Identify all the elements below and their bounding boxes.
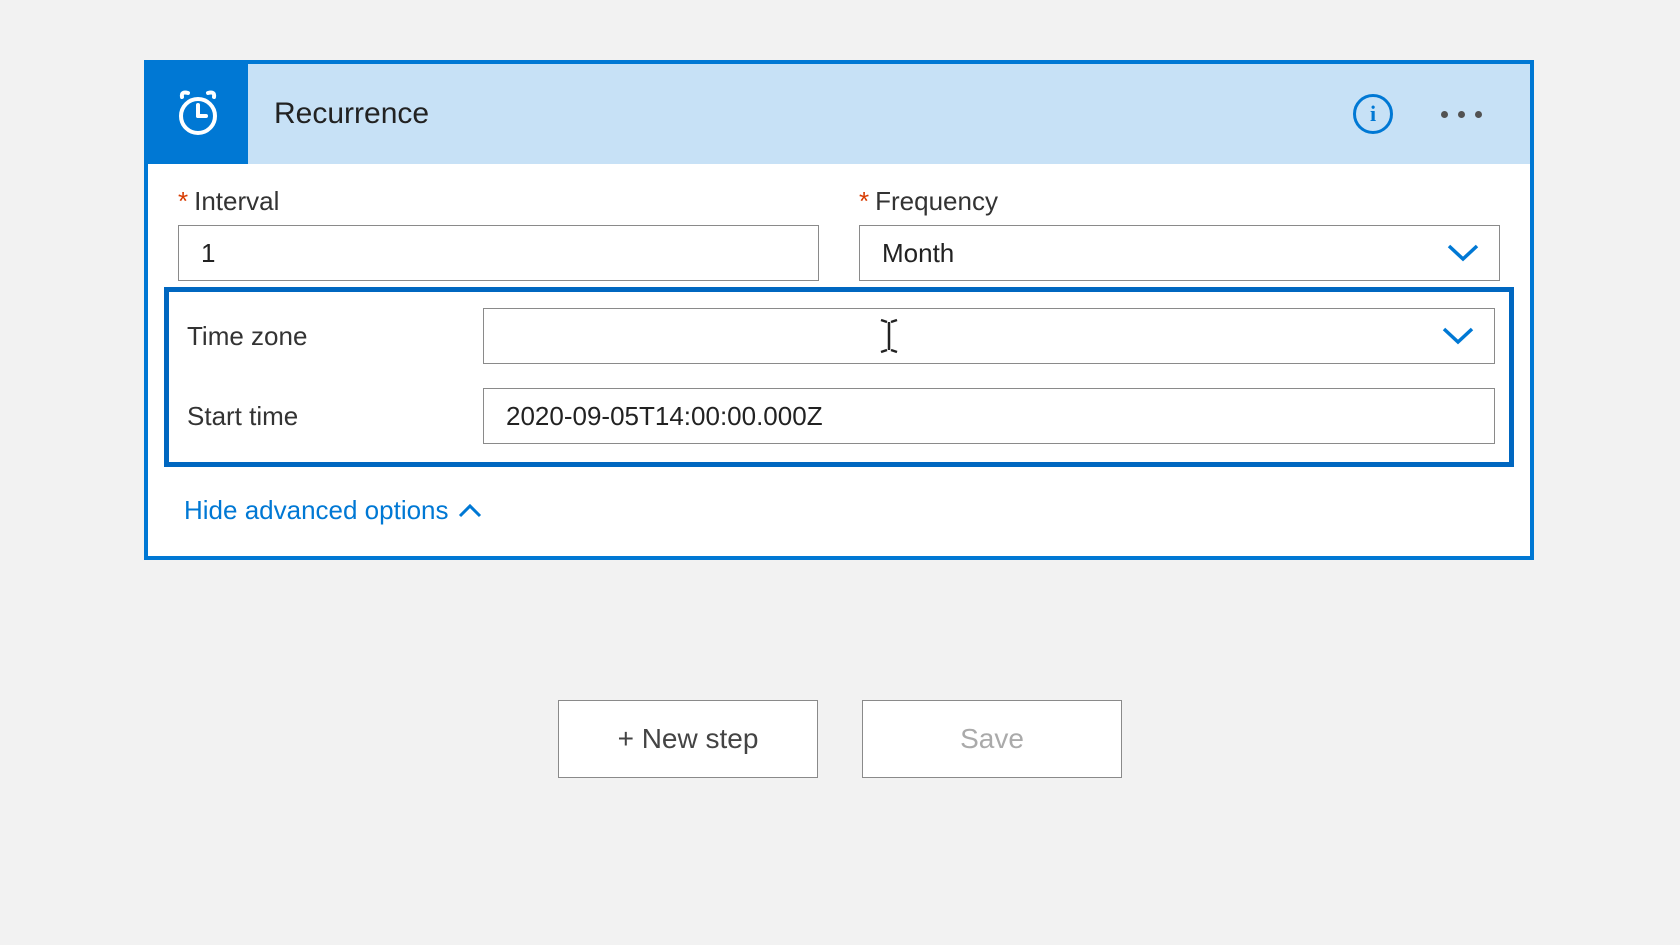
required-marker: * — [178, 186, 188, 216]
starttime-control — [483, 388, 1495, 444]
more-icon-dot — [1458, 111, 1465, 118]
timezone-row: Time zone — [183, 308, 1495, 364]
interval-label: *Interval — [178, 186, 819, 217]
timezone-value — [483, 308, 1495, 364]
timezone-select[interactable] — [483, 308, 1495, 364]
frequency-field: *Frequency Month — [859, 186, 1500, 281]
timezone-label: Time zone — [183, 321, 483, 352]
required-marker: * — [859, 186, 869, 216]
interval-input[interactable] — [178, 225, 819, 281]
interval-field: *Interval — [178, 186, 819, 281]
row-interval-frequency: *Interval *Frequency Month — [178, 186, 1500, 281]
more-button[interactable] — [1433, 103, 1490, 126]
info-icon: i — [1370, 101, 1376, 127]
frequency-label: *Frequency — [859, 186, 1500, 217]
card-title: Recurrence — [248, 97, 1353, 131]
recurrence-icon — [148, 64, 248, 164]
card-header: Recurrence i — [148, 64, 1530, 164]
chevron-down-icon — [1441, 326, 1475, 346]
frequency-select[interactable]: Month — [859, 225, 1500, 281]
new-step-button[interactable]: + New step — [558, 700, 818, 778]
card-body: *Interval *Frequency Month Time zone — [148, 164, 1530, 556]
footer-actions: + New step Save — [0, 700, 1680, 778]
chevron-down-icon — [1446, 243, 1480, 263]
starttime-row: Start time — [183, 388, 1495, 444]
info-button[interactable]: i — [1353, 94, 1393, 134]
frequency-value: Month — [859, 225, 1500, 281]
save-button[interactable]: Save — [862, 700, 1122, 778]
hide-advanced-options-link[interactable]: Hide advanced options — [178, 495, 483, 526]
more-icon-dot — [1441, 111, 1448, 118]
recurrence-card: Recurrence i *Interval *Frequency — [144, 60, 1534, 560]
starttime-label: Start time — [183, 401, 483, 432]
header-actions: i — [1353, 94, 1530, 134]
chevron-up-icon — [457, 503, 483, 519]
advanced-options-highlight: Time zone Start time — [164, 287, 1514, 467]
starttime-input[interactable] — [483, 388, 1495, 444]
more-icon-dot — [1475, 111, 1482, 118]
